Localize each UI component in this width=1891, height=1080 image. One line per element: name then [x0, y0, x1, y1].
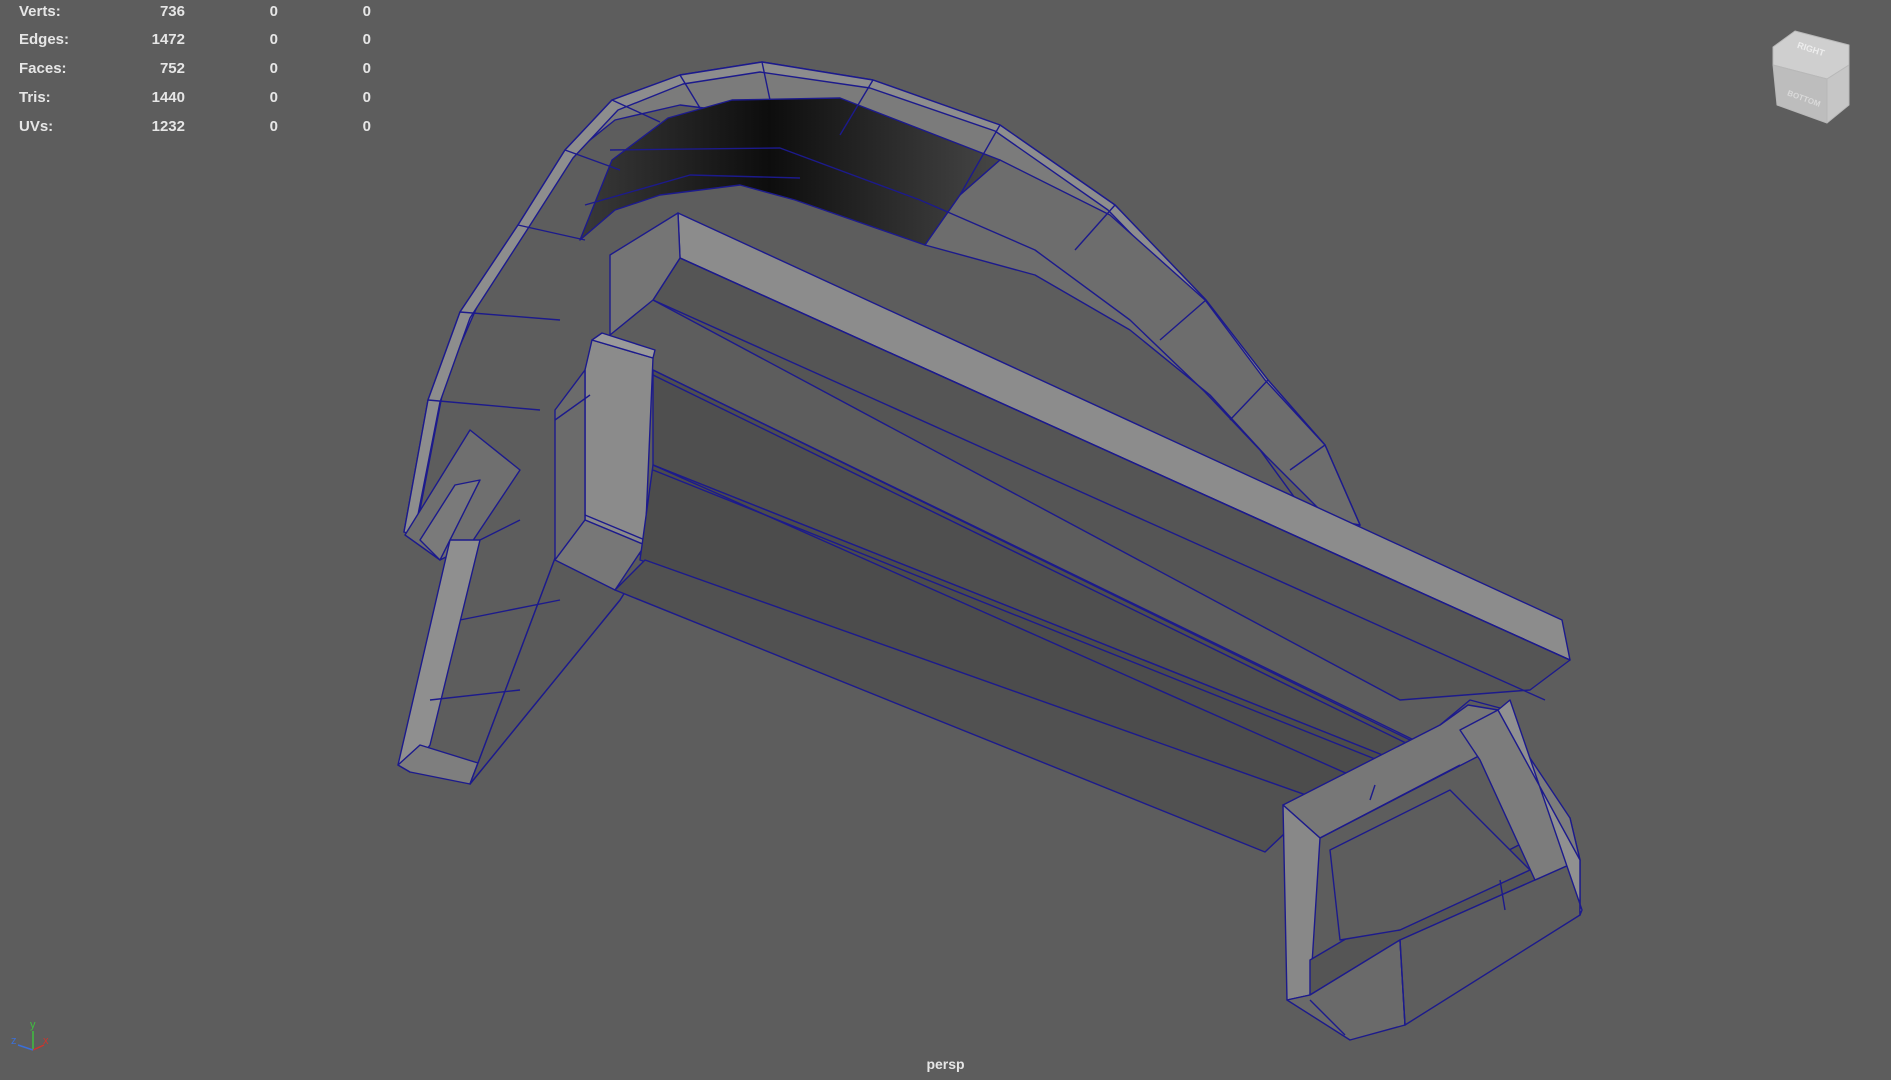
hud-value-object: 752 [159, 60, 185, 77]
hud-value-component: 0 [362, 3, 371, 20]
axis-x-label: x [43, 1035, 49, 1047]
hud-value-object: 1232 [151, 118, 185, 135]
hud-row-uvs: UVs: 1232 0 0 [0, 115, 400, 143]
hud-value-object: 1440 [151, 89, 185, 106]
camera-name-label: persp [926, 1056, 965, 1072]
hud-row-tris: Tris: 1440 0 0 [0, 86, 400, 114]
hud-value-selected: 0 [269, 89, 278, 106]
hud-row-edges: Edges: 1472 0 0 [0, 28, 400, 56]
model-mesh[interactable] [397, 61, 1583, 1041]
hud-value-component: 0 [362, 89, 371, 106]
hud-value-component: 0 [362, 31, 371, 48]
hud-label: Faces: [19, 60, 67, 77]
hud-value-selected: 0 [269, 31, 278, 48]
hud-value-component: 0 [362, 118, 371, 135]
hud-value-object: 736 [159, 3, 185, 20]
hud-value-selected: 0 [269, 118, 278, 135]
hud-row-verts: Verts: 736 0 0 [0, 0, 400, 28]
hud-row-faces: Faces: 752 0 0 [0, 57, 400, 85]
hud-value-selected: 0 [269, 60, 278, 77]
axis-z-line [17, 1044, 34, 1051]
view-cube[interactable]: RIGHT BOTTOM [1755, 25, 1865, 135]
hud-value-selected: 0 [269, 3, 278, 20]
hud-label: UVs: [19, 118, 54, 135]
viewport-3d[interactable] [0, 0, 1891, 1080]
axis-z-label: z [11, 1035, 17, 1047]
hud-value-component: 0 [362, 60, 371, 77]
hud-label: Verts: [19, 3, 61, 20]
hud-label: Tris: [19, 89, 51, 106]
axis-y-label: y [30, 1019, 36, 1031]
hud-value-object: 1472 [151, 31, 185, 48]
hud-label: Edges: [19, 31, 70, 48]
